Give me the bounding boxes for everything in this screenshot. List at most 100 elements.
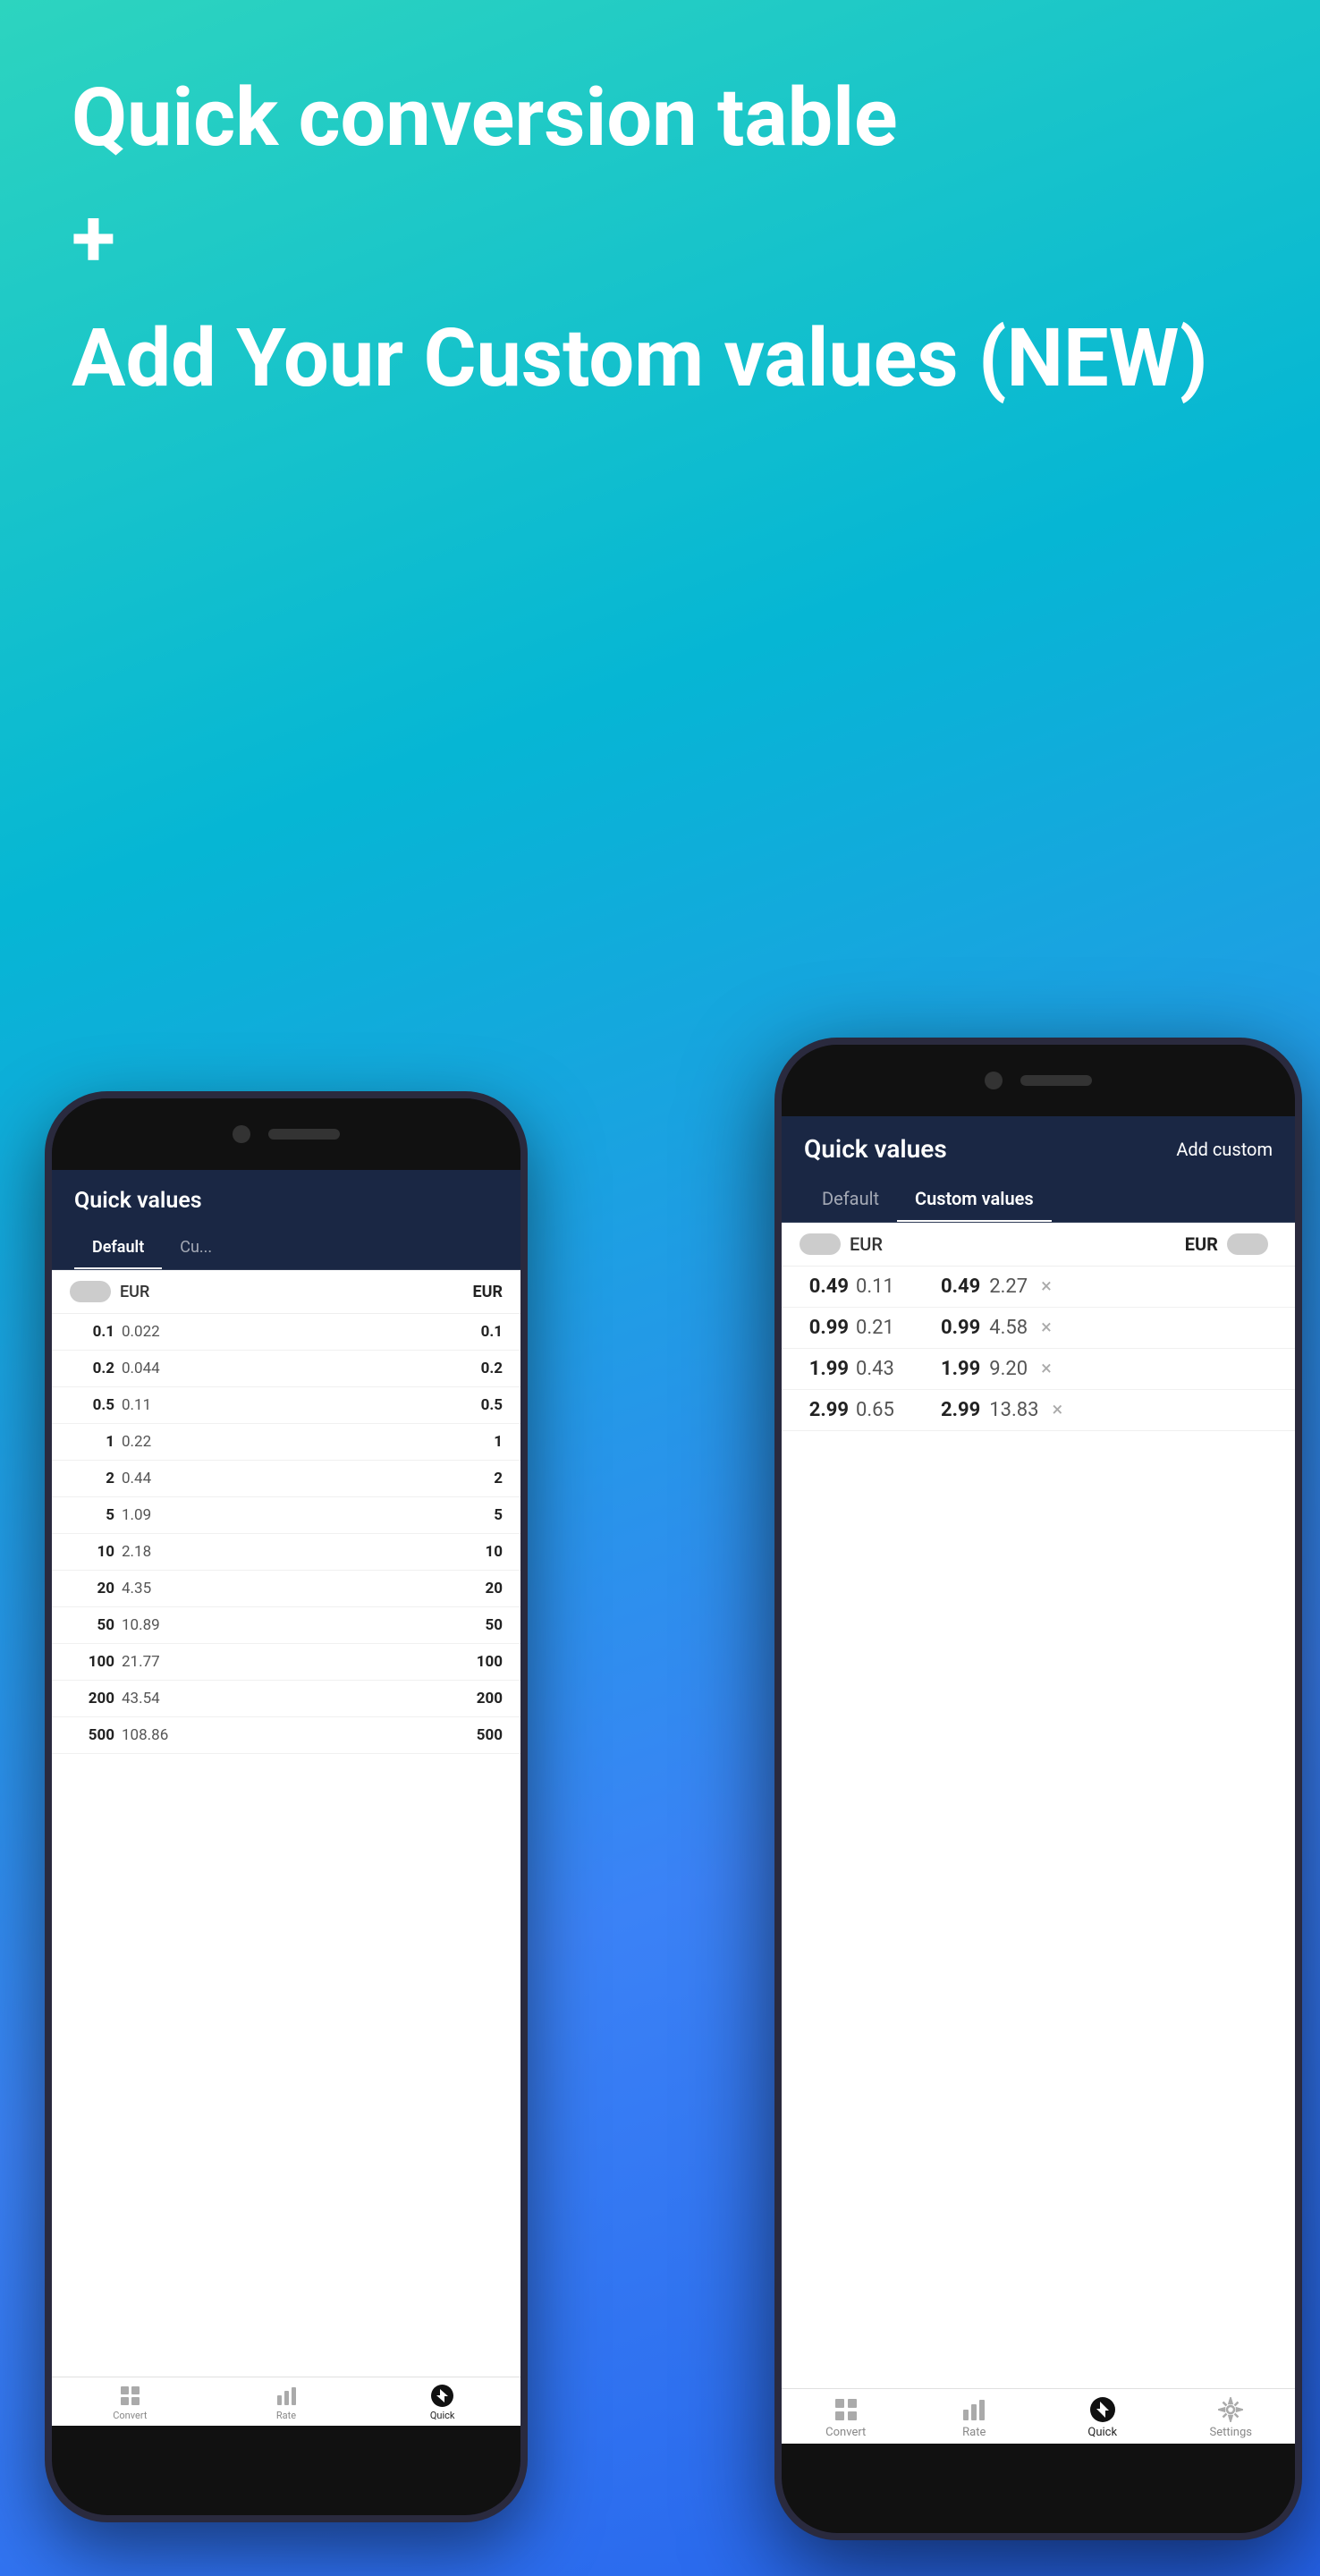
value-converted: 0.022	[122, 1323, 175, 1341]
value-converted: 0.22	[122, 1433, 175, 1451]
table-row: 0.5 0.11 0.5	[52, 1387, 520, 1424]
hero-section: Quick conversion table + Add Your Custom…	[0, 0, 1320, 440]
value-converted: 10.89	[122, 1616, 175, 1634]
delete-row-button[interactable]: ×	[1041, 1275, 1052, 1298]
nav-label-quick-2: Quick	[1087, 2426, 1117, 2439]
app-header-title-1: Quick values	[74, 1188, 202, 1214]
value-converted: 2.18	[122, 1543, 175, 1561]
table-row: 50 10.89 50	[52, 1607, 520, 1644]
value-right: 200	[477, 1690, 503, 1707]
value-converted: 0.21	[856, 1317, 914, 1339]
table-row: 1 0.22 1	[52, 1424, 520, 1461]
value-converted: 21.77	[122, 1653, 175, 1671]
currency-row-1: EUR EUR	[52, 1270, 520, 1314]
value-right: 1	[494, 1433, 503, 1451]
phone-1-notch	[52, 1098, 520, 1170]
bar-chart-icon	[275, 2385, 298, 2407]
currency-label-left-1: EUR	[120, 1283, 149, 1301]
toggle-eur-2[interactable]	[800, 1233, 841, 1255]
grid-icon-2	[833, 2396, 859, 2423]
value-converted: 4.35	[122, 1580, 175, 1597]
tab-default-2[interactable]: Default	[804, 1177, 897, 1222]
nav-convert-1[interactable]: Convert	[52, 2385, 208, 2421]
nav-rate-2[interactable]: Rate	[910, 2396, 1039, 2439]
value-right-bold: 0.49	[941, 1275, 980, 1298]
nav-quick-2[interactable]: Quick	[1038, 2396, 1167, 2439]
value-converted: 43.54	[122, 1690, 175, 1707]
gear-icon-2	[1217, 2396, 1244, 2423]
value-right: 50	[485, 1616, 503, 1634]
phone-1: Quick values Default Cu... EUR EUR 0.1 0…	[45, 1091, 528, 2522]
value-right: 0.2	[481, 1360, 503, 1377]
nav-settings-2[interactable]: Settings	[1167, 2396, 1296, 2439]
table-row: 1.99 0.43 1.99 9.20 ×	[782, 1349, 1295, 1390]
value-right-custom: 13.83	[989, 1399, 1038, 1421]
value-left: 100	[70, 1653, 114, 1671]
toggle-eur-1[interactable]	[70, 1281, 111, 1302]
phones-container: Quick values Default Cu... EUR EUR 0.1 0…	[0, 877, 1320, 2576]
phone-1-bottom	[52, 2426, 520, 2515]
bar-chart-icon-2	[960, 2396, 987, 2423]
phone-2-screen: Quick values Add custom Default Custom v…	[782, 1116, 1295, 2444]
value-converted: 108.86	[122, 1726, 175, 1744]
nav-label-rate-2: Rate	[962, 2426, 986, 2439]
value-converted: 1.09	[122, 1506, 175, 1524]
value-right: 10	[485, 1543, 503, 1561]
tab-custom-1[interactable]: Cu...	[162, 1227, 230, 1269]
table-row: 200 43.54 200	[52, 1681, 520, 1717]
table-row: 10 2.18 10	[52, 1534, 520, 1571]
table-row: 500 108.86 500	[52, 1717, 520, 1754]
currency-label-right-1: EUR	[472, 1283, 503, 1301]
value-left: 500	[70, 1726, 114, 1744]
value-right: 500	[477, 1726, 503, 1744]
value-converted: 0.43	[856, 1358, 914, 1380]
toggle-eur-right-2[interactable]	[1227, 1233, 1268, 1255]
delete-row-button[interactable]: ×	[1041, 1358, 1052, 1380]
app-header-2: Quick values Add custom	[782, 1116, 1295, 1177]
delete-row-button[interactable]: ×	[1053, 1399, 1063, 1421]
table-row: 0.99 0.21 0.99 4.58 ×	[782, 1308, 1295, 1349]
add-custom-button[interactable]: Add custom	[1176, 1139, 1273, 1160]
value-left: 0.2	[70, 1360, 114, 1377]
speaker-bar-2	[1020, 1075, 1092, 1086]
value-right-bold: 1.99	[941, 1358, 980, 1380]
value-converted: 0.044	[122, 1360, 175, 1377]
value-left: 50	[70, 1616, 114, 1634]
nav-label-convert-2: Convert	[825, 2426, 866, 2439]
app-header-title-2: Quick values	[804, 1134, 947, 1164]
bottom-nav-1: Convert Rate	[52, 2377, 520, 2426]
value-right: 20	[485, 1580, 503, 1597]
hero-plus: +	[72, 191, 1248, 285]
table-row: 2.99 0.65 2.99 13.83 ×	[782, 1390, 1295, 1431]
table-row: 100 21.77 100	[52, 1644, 520, 1681]
value-left: 5	[70, 1506, 114, 1524]
tab-custom-values-2[interactable]: Custom values	[897, 1177, 1052, 1222]
nav-convert-2[interactable]: Convert	[782, 2396, 910, 2439]
value-converted: 0.11	[856, 1275, 914, 1298]
nav-rate-1[interactable]: Rate	[208, 2385, 365, 2421]
table-row: 0.2 0.044 0.2	[52, 1351, 520, 1387]
value-left: 0.49	[800, 1275, 849, 1298]
phone-2-bottom	[782, 2444, 1295, 2533]
value-right: 0.5	[481, 1396, 503, 1414]
value-left: 0.5	[70, 1396, 114, 1414]
delete-row-button[interactable]: ×	[1041, 1317, 1052, 1339]
value-left: 200	[70, 1690, 114, 1707]
value-right: 100	[477, 1653, 503, 1671]
grid-icon	[119, 2385, 141, 2407]
conv-table-2: 0.49 0.11 0.49 2.27 × 0.99 0.21 0.99 4.5…	[782, 1267, 1295, 2388]
phone-1-screen: Quick values Default Cu... EUR EUR 0.1 0…	[52, 1170, 520, 2426]
value-right-bold: 0.99	[941, 1317, 980, 1339]
nav-label-settings-2: Settings	[1210, 2426, 1252, 2439]
currency-label-right-2: EUR	[1185, 1233, 1218, 1255]
value-left: 2	[70, 1470, 114, 1487]
value-converted: 0.65	[856, 1399, 914, 1421]
value-left: 2.99	[800, 1399, 849, 1421]
currency-row-2: EUR EUR	[782, 1223, 1295, 1267]
table-row: 5 1.09 5	[52, 1497, 520, 1534]
nav-label-rate-1: Rate	[276, 2410, 296, 2421]
camera-dot-2	[985, 1072, 1003, 1089]
quick-icon	[431, 2385, 453, 2407]
nav-quick-1[interactable]: Quick	[364, 2385, 520, 2421]
tab-default-1[interactable]: Default	[74, 1227, 162, 1269]
